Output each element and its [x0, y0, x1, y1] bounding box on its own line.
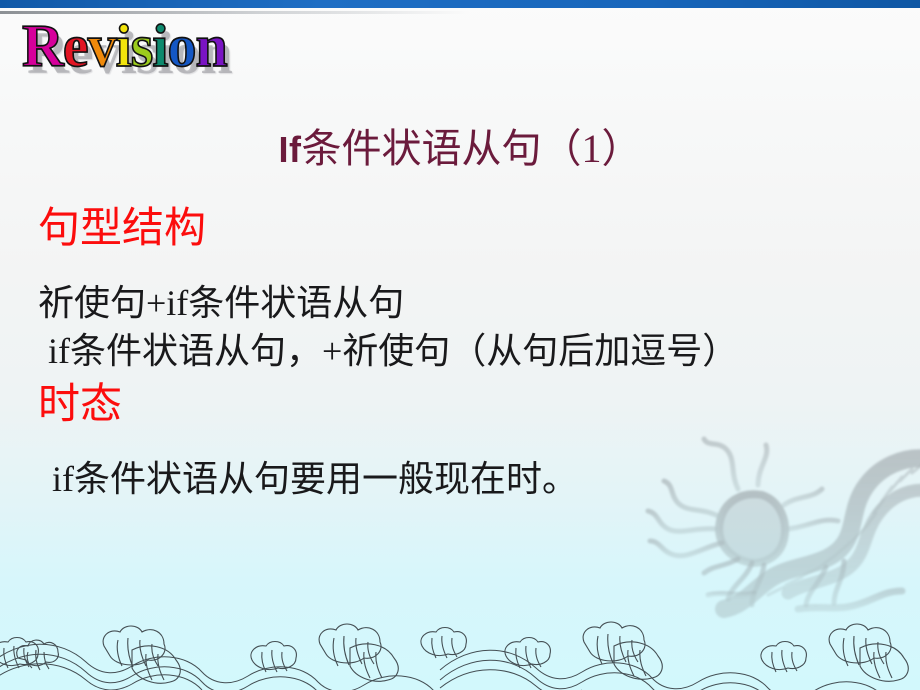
wordart-letter: v: [87, 11, 118, 80]
slide-title-chinese: 条件状语从句（1）: [301, 126, 642, 171]
wordart-letter: n: [195, 11, 229, 80]
tense-line-1: if条件状语从句要用一般现在时。: [52, 459, 578, 499]
wordart-letter: i: [115, 11, 133, 80]
wordart-revision: Revision: [21, 11, 229, 80]
wordart-letter: i: [152, 11, 170, 80]
slide-title-english: If: [278, 129, 302, 170]
top-accent-bar: [0, 0, 920, 8]
wordart-letter: o: [167, 11, 198, 80]
section-heading-tense: 时态: [38, 382, 123, 428]
slide-title: If条件状语从句（1）: [0, 123, 920, 176]
presentation-slide: Revision If条件状语从句（1） 句型结构 祈使句+if条件状语从句 i…: [0, 0, 920, 690]
section-heading-sentence-structure: 句型结构: [38, 206, 207, 252]
structure-line-1: 祈使句+if条件状语从句: [38, 283, 405, 323]
structure-line-2: if条件状语从句，+祈使句（从句后加逗号）: [48, 331, 739, 371]
slide-body: 句型结构 祈使句+if条件状语从句 if条件状语从句，+祈使句（从句后加逗号） …: [38, 204, 888, 500]
traditional-wave-pattern-icon: [0, 621, 909, 690]
wordart-letter: e: [62, 11, 89, 80]
wordart-letter: s: [130, 11, 154, 80]
wordart-letter: R: [21, 11, 64, 80]
